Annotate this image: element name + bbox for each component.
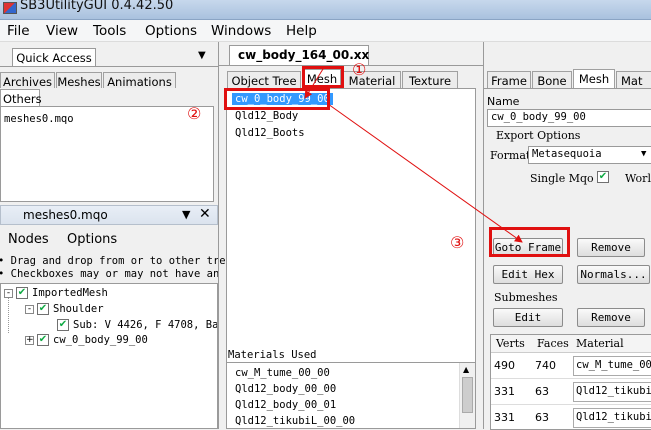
arrow-2 <box>327 103 523 243</box>
arrow-1 <box>304 68 324 99</box>
annotation-arrows <box>304 68 523 243</box>
